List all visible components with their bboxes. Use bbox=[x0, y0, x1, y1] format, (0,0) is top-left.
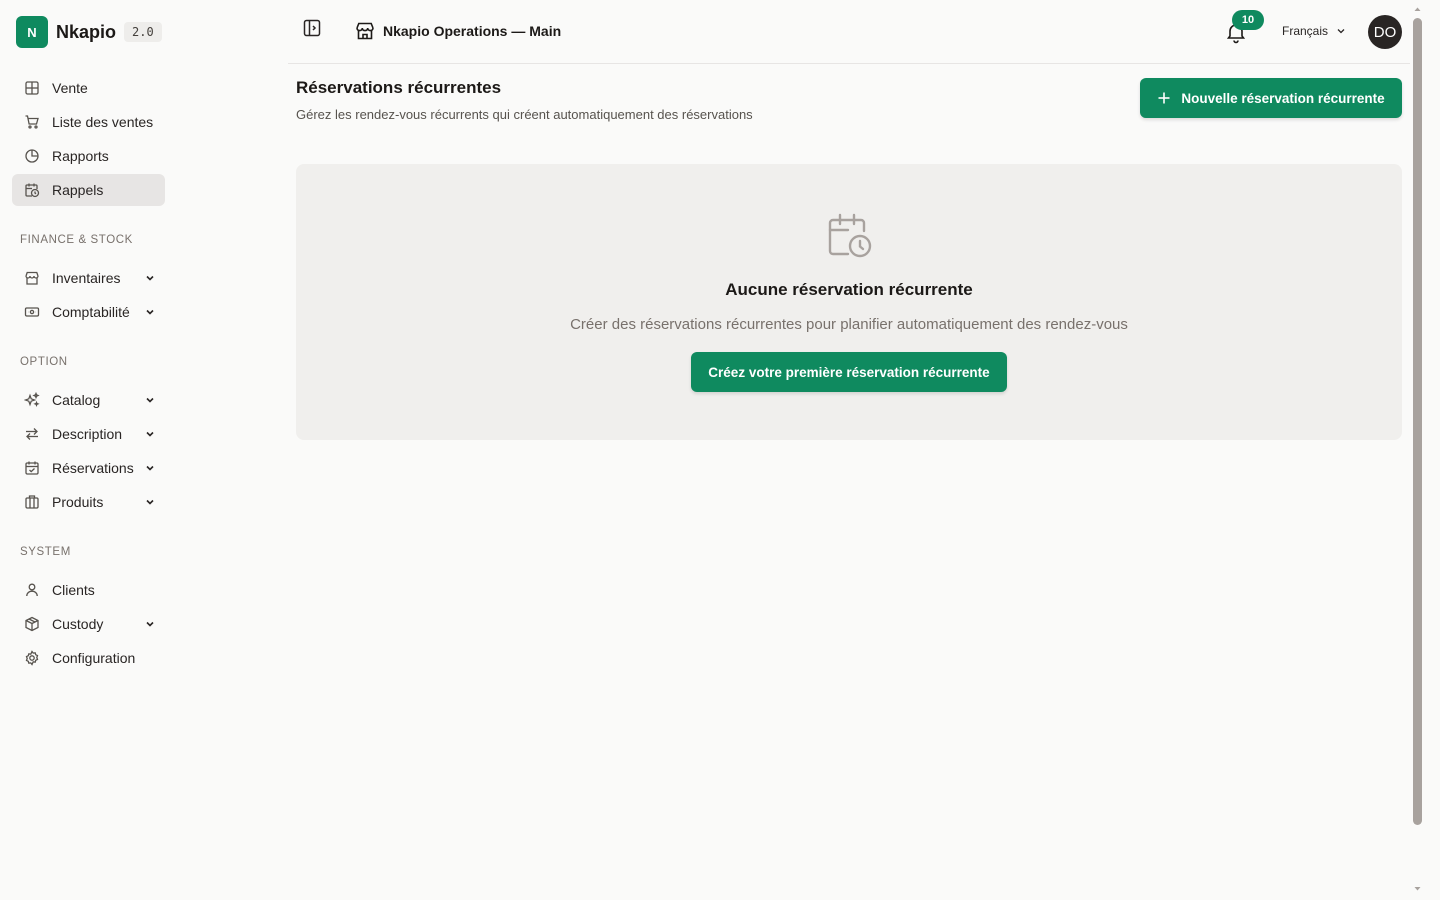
empty-state-text: Créer des réservations récurrentes pour … bbox=[570, 316, 1128, 333]
sidebar-item-label: Inventaires bbox=[52, 270, 121, 286]
topbar: Nkapio Operations — Main 10 Français DO bbox=[288, 0, 1410, 64]
sidebar-item-label: Liste des ventes bbox=[52, 114, 154, 130]
page-title: Réservations récurrentes bbox=[296, 78, 502, 97]
chevron-down-icon bbox=[1337, 29, 1345, 34]
sidebar-item-label: Rapports bbox=[52, 148, 109, 164]
sidebar-item-custody[interactable]: Custody bbox=[12, 608, 165, 640]
calendar-clock-icon bbox=[25, 183, 40, 198]
calendar-check-icon bbox=[25, 461, 39, 475]
new-recurring-reservation-button[interactable]: Nouvelle réservation récurrente bbox=[1140, 78, 1402, 118]
scroll-up-arrow-icon[interactable] bbox=[1413, 6, 1422, 12]
sidebar-item-label: Catalog bbox=[52, 392, 101, 408]
sidebar-item-label: Vente bbox=[52, 80, 88, 96]
arrows-swap-icon bbox=[26, 428, 38, 440]
columns-icon bbox=[25, 495, 39, 509]
section-title-system: SYSTEM bbox=[20, 546, 71, 558]
sidebar-item-label: Comptabilité bbox=[52, 304, 130, 320]
brand-name: Nkapio bbox=[56, 21, 117, 42]
sidebar-item-catalog[interactable]: Catalog bbox=[12, 384, 165, 416]
sidebar-item-label: Custody bbox=[52, 616, 104, 632]
page-subtitle: Gérez les rendez-vous récurrents qui cré… bbox=[296, 107, 753, 122]
sidebar-item-liste-des-ventes[interactable]: Liste des ventes bbox=[12, 106, 165, 138]
create-first-reservation-button[interactable]: Créez votre première réservation récurre… bbox=[691, 352, 1007, 392]
sparkles-icon bbox=[24, 392, 40, 408]
nav-system: Clients Custody Configuration bbox=[12, 574, 165, 676]
cart-icon bbox=[25, 115, 39, 129]
store-selector[interactable]: Nkapio Operations — Main bbox=[354, 20, 561, 42]
scrollbar-thumb[interactable] bbox=[1413, 18, 1422, 825]
empty-state-title: Aucune réservation récurrente bbox=[725, 280, 973, 299]
sidebar-item-label: Configuration bbox=[52, 650, 136, 666]
pie-chart-icon bbox=[25, 149, 39, 163]
notification-badge: 10 bbox=[1232, 10, 1264, 30]
store-icon bbox=[25, 271, 39, 285]
new-button-label: Nouvelle réservation récurrente bbox=[1181, 90, 1385, 106]
chevron-down-icon[interactable] bbox=[145, 307, 155, 317]
chevron-down-icon[interactable] bbox=[145, 463, 155, 473]
sidebar-item-comptabilite[interactable]: Comptabilité bbox=[12, 296, 165, 328]
calendar-clock-icon bbox=[828, 213, 872, 258]
avatar[interactable]: DO bbox=[1368, 15, 1402, 49]
grid-icon bbox=[25, 81, 39, 95]
section-title-option: OPTION bbox=[20, 356, 68, 368]
sidebar-item-vente[interactable]: Vente bbox=[12, 72, 165, 104]
package-icon bbox=[25, 616, 39, 632]
gear-icon bbox=[25, 650, 39, 666]
language-label: Français bbox=[1282, 24, 1329, 38]
sidebar-item-label: Rappels bbox=[52, 182, 104, 198]
user-icon bbox=[26, 583, 38, 597]
sidebar-item-label: Réservations bbox=[52, 460, 134, 476]
brand[interactable]: N Nkapio 2.0 bbox=[16, 16, 162, 48]
sidebar-item-produits[interactable]: Produits bbox=[12, 486, 165, 518]
chevron-down-icon[interactable] bbox=[145, 273, 155, 283]
chevron-down-icon[interactable] bbox=[145, 497, 155, 507]
sidebar-item-label: Description bbox=[52, 426, 123, 442]
plus-icon bbox=[1158, 92, 1170, 104]
sidebar-item-rapports[interactable]: Rapports bbox=[12, 140, 165, 172]
language-selector[interactable]: Français bbox=[1282, 24, 1346, 38]
sidebar-item-rappels[interactable]: Rappels bbox=[12, 174, 165, 206]
sidebar-item-label: Clients bbox=[52, 582, 95, 598]
sidebar-item-clients[interactable]: Clients bbox=[12, 574, 165, 606]
sidebar-item-label: Produits bbox=[52, 494, 104, 510]
nav-option: Catalog Description Réservations Produit… bbox=[12, 384, 165, 520]
empty-state-card: Aucune réservation récurrente Créer des … bbox=[296, 164, 1402, 440]
nav-main: Vente Liste des ventes Rapports Rappels bbox=[12, 72, 165, 208]
nav-finance: Inventaires Comptabilité bbox=[12, 262, 165, 330]
store-icon bbox=[356, 22, 374, 40]
sidebar-item-inventaires[interactable]: Inventaires bbox=[12, 262, 165, 294]
section-title-finance: FINANCE & STOCK bbox=[20, 234, 133, 246]
sidebar-item-description[interactable]: Description bbox=[12, 418, 165, 450]
chevron-down-icon[interactable] bbox=[145, 395, 155, 405]
sidebar-item-reservations[interactable]: Réservations bbox=[12, 452, 165, 484]
sidebar-toggle-icon[interactable] bbox=[302, 18, 322, 38]
scroll-down-arrow-icon[interactable] bbox=[1413, 886, 1422, 892]
chevron-down-icon[interactable] bbox=[145, 619, 155, 629]
chevron-down-icon[interactable] bbox=[145, 429, 155, 439]
version-badge: 2.0 bbox=[124, 22, 162, 42]
sidebar-item-configuration[interactable]: Configuration bbox=[12, 642, 165, 674]
banknote-icon bbox=[24, 307, 40, 317]
store-name: Nkapio Operations — Main bbox=[383, 23, 562, 39]
brand-logo: N bbox=[16, 16, 48, 48]
sidebar: N Nkapio 2.0 Vente Liste des ventes Rapp… bbox=[0, 0, 176, 900]
